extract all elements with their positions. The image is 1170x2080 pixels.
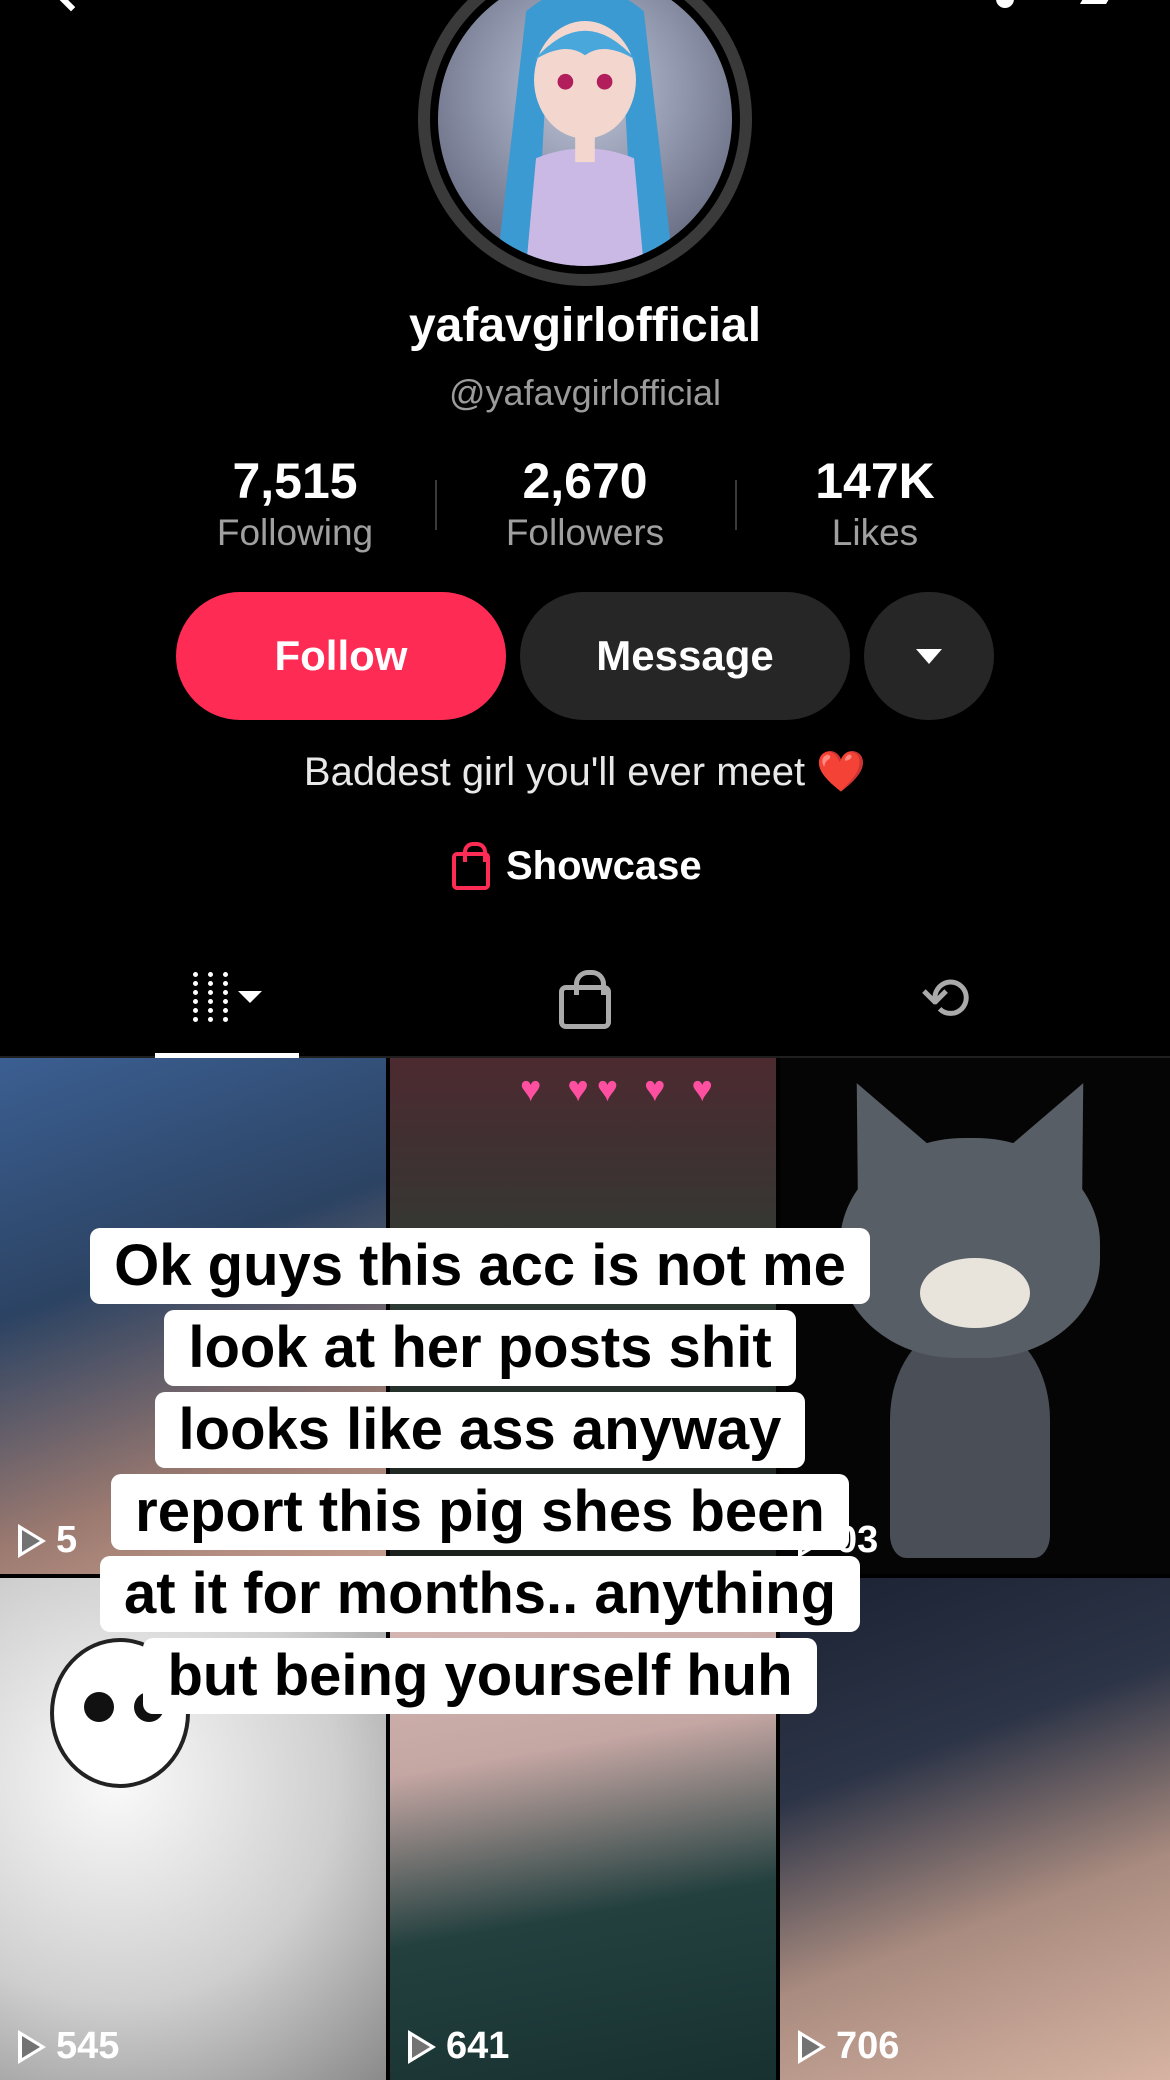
hearts-decoration: ♥ ♥♥ ♥ ♥	[520, 1068, 721, 1109]
stat-divider	[435, 480, 437, 530]
stat-followers[interactable]: 2,670 Followers	[440, 452, 730, 554]
play-icon	[18, 1523, 46, 1558]
bio-text: Baddest girl you'll ever meet	[303, 750, 806, 794]
tab-reposts[interactable]: ⟲	[905, 940, 985, 1058]
caption-line: looks like ass anyway	[154, 1392, 806, 1468]
play-count: 545	[18, 2025, 119, 2068]
avatar[interactable]	[418, 0, 752, 286]
caret-down-icon	[916, 648, 942, 664]
play-count-value: 706	[836, 2025, 900, 2067]
back-icon[interactable]	[52, 0, 90, 12]
suggested-accounts-button[interactable]	[864, 592, 994, 720]
caret-down-icon	[237, 990, 262, 1003]
play-count-value: 641	[446, 2025, 510, 2067]
caption-line: Ok guys this acc is not me	[90, 1228, 870, 1304]
showcase-label: Showcase	[506, 843, 702, 888]
play-count-value: 545	[56, 2025, 120, 2067]
follow-button[interactable]: Follow	[176, 592, 506, 720]
caption-line: report this pig shes been	[111, 1474, 849, 1550]
avatar-image	[438, 0, 732, 266]
tab-videos[interactable]	[155, 940, 299, 1058]
stat-divider	[735, 480, 737, 530]
message-button[interactable]: Message	[520, 592, 850, 720]
shopping-bag-icon	[452, 842, 490, 890]
stat-value: 7,515	[232, 453, 358, 509]
cat-body	[890, 1328, 1050, 1558]
caption-line: but being yourself huh	[143, 1638, 817, 1714]
profile-stats: 7,515 Following 2,670 Followers 147K Lik…	[150, 452, 1020, 562]
play-icon	[408, 2029, 436, 2064]
tab-shop[interactable]	[545, 940, 625, 1058]
play-count: 641	[408, 2025, 509, 2068]
play-icon	[798, 2029, 826, 2064]
stat-label: Followers	[505, 512, 665, 553]
caption-overlay: Ok guys this acc is not me look at her p…	[60, 1222, 900, 1714]
bio: Baddest girl you'll ever meet ❤️	[0, 748, 1170, 795]
notification-icon[interactable]	[996, 0, 1014, 8]
share-icon[interactable]	[1079, 0, 1115, 4]
caption-line: at it for months.. anything	[99, 1556, 861, 1632]
cat-muzzle	[920, 1258, 1030, 1328]
stat-following[interactable]: 7,515 Following	[150, 452, 440, 554]
shop-bag-icon	[559, 970, 611, 1029]
videos-grid-icon	[192, 971, 228, 1022]
profile-actions: Follow Message	[176, 592, 994, 720]
stat-label: Following	[216, 512, 374, 553]
profile-tabs: ⟲	[0, 940, 1170, 1058]
display-name: yafavgirlofficial	[408, 299, 762, 352]
username-handle: @yafavgirlofficial	[449, 372, 721, 413]
stat-label: Likes	[831, 512, 919, 553]
showcase-link[interactable]: Showcase	[452, 842, 702, 890]
stat-value: 147K	[815, 453, 935, 509]
stat-value: 2,670	[522, 453, 648, 509]
play-icon	[18, 2029, 46, 2064]
caption-line: look at her posts shit	[164, 1310, 796, 1386]
repost-icon: ⟲	[919, 964, 971, 1034]
stat-likes[interactable]: 147K Likes	[730, 452, 1020, 554]
avatar-illustration	[496, 0, 674, 266]
heart-emoji: ❤️	[816, 750, 867, 794]
top-right-actions	[996, 0, 1115, 8]
play-count: 706	[798, 2025, 899, 2068]
